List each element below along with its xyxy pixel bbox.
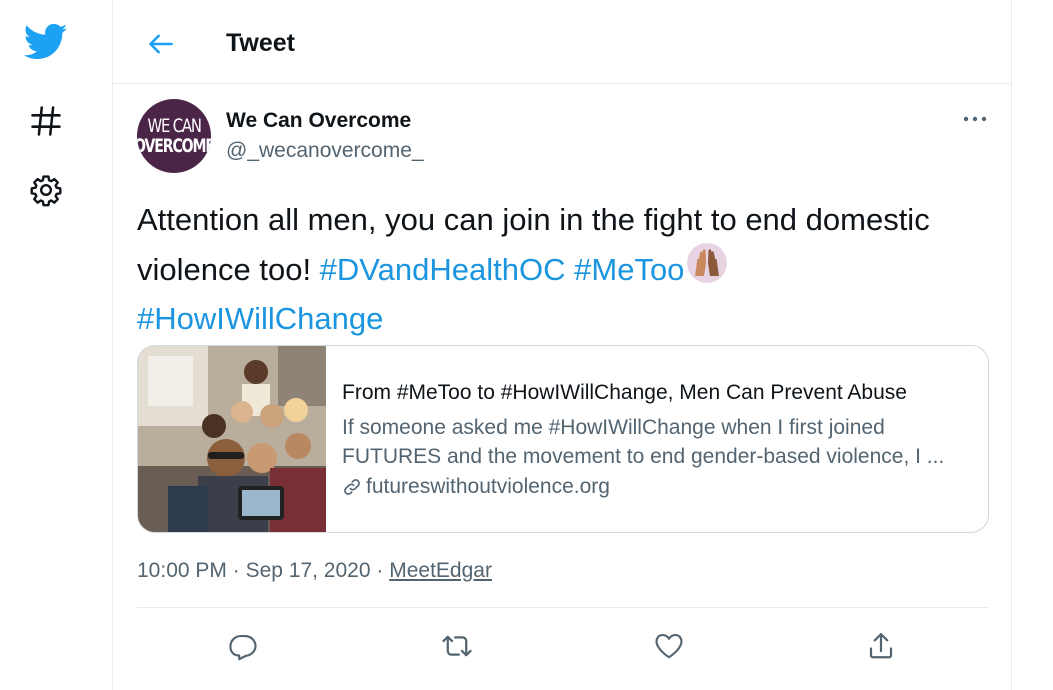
card-title: From #MeToo to #HowIWillChange, Men Can … xyxy=(342,381,907,404)
avatar-text-line2: OVERCOME xyxy=(137,134,211,157)
avatar-text-line1: WE CAN xyxy=(147,114,201,137)
meta-separator: · xyxy=(376,559,384,582)
card-domain: futureswithoutviolence.org xyxy=(342,475,610,499)
retweet-icon xyxy=(442,635,472,657)
retweet-button[interactable] xyxy=(435,624,479,668)
link-icon xyxy=(344,479,360,495)
reply-button[interactable] xyxy=(221,624,265,668)
tweet-date[interactable]: Sep 17, 2020 xyxy=(246,559,371,582)
settings-button[interactable] xyxy=(22,166,70,214)
avatar[interactable]: WE CAN OVERCOME xyxy=(137,99,211,173)
more-dots-icon xyxy=(963,116,987,122)
hashtag-link[interactable]: #DVandHealthOC xyxy=(320,252,566,287)
arrow-left-icon xyxy=(149,34,173,54)
hashtag-icon xyxy=(31,106,61,136)
twitter-bird-icon xyxy=(24,23,68,60)
page-title: Tweet xyxy=(226,29,295,57)
back-button[interactable] xyxy=(141,26,181,62)
raised-hands-emoji xyxy=(686,242,728,296)
explore-button[interactable] xyxy=(22,97,70,145)
card-description: If someone asked me #HowIWillChange when… xyxy=(342,416,945,468)
card-thumbnail-image xyxy=(138,346,326,532)
share-button[interactable] xyxy=(859,624,903,668)
link-card[interactable]: From #MeToo to #HowIWillChange, Men Can … xyxy=(137,345,989,533)
reply-icon xyxy=(229,634,257,661)
page-header: Tweet xyxy=(113,0,1011,84)
card-domain-text: futureswithoutviolence.org xyxy=(366,475,610,498)
divider xyxy=(137,607,989,608)
tweet-time[interactable]: 10:00 PM xyxy=(137,559,227,582)
twitter-logo-button[interactable] xyxy=(22,18,70,66)
heart-icon xyxy=(655,633,683,659)
tweet-source-link[interactable]: MeetEdgar xyxy=(389,559,492,582)
more-options-button[interactable] xyxy=(959,106,991,132)
tweet-meta: 10:00 PM · Sep 17, 2020 · MeetEdgar xyxy=(137,559,492,583)
left-nav xyxy=(0,0,112,690)
main-column: Tweet WE CAN OVERCOME We Can Overcome @_… xyxy=(112,0,1012,690)
hashtag-link[interactable]: #MeToo xyxy=(574,252,684,287)
author-handle[interactable]: @_wecanovercome_ xyxy=(226,139,424,163)
tweet-text: Attention all men, you can join in the f… xyxy=(137,197,967,341)
meta-separator: · xyxy=(232,559,240,582)
hashtag-link[interactable]: #HowIWillChange xyxy=(137,301,383,336)
like-button[interactable] xyxy=(647,624,691,668)
author-display-name[interactable]: We Can Overcome xyxy=(226,109,411,133)
share-icon xyxy=(869,633,893,659)
gear-icon xyxy=(30,175,62,207)
